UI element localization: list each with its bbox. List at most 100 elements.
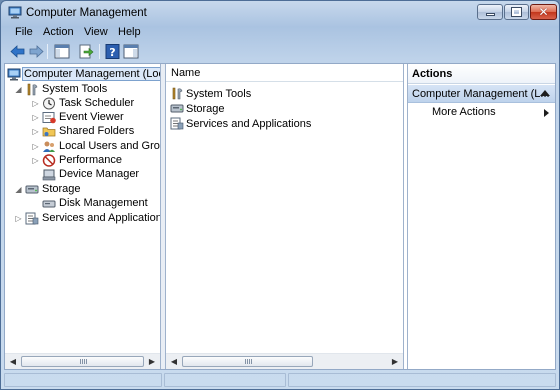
back-button[interactable] [9,43,27,60]
window: Computer Management ✕ File Action View H… [0,0,560,390]
collapsed-icon[interactable]: ▷ [31,142,40,151]
column-header-label: Name [171,67,201,79]
actions-header: Actions [408,64,555,84]
tree-horizontal-scrollbar[interactable]: ◀ ▶ [5,353,160,369]
collapsed-icon[interactable]: ▷ [31,113,40,122]
tree-item-task-scheduler[interactable]: ▷ Task Scheduler [31,96,134,110]
toolbar: ? [3,42,557,62]
collapsed-icon[interactable]: ▷ [31,127,40,136]
menu-view[interactable]: View [81,26,111,38]
actions-pane: Actions Computer Management (L... More A… [407,64,555,369]
content-area: Computer Management (Local ◢ System Tool… [4,63,556,370]
collapsed-icon[interactable]: ▷ [31,99,40,108]
tree-item-system-tools[interactable]: ◢ System Tools [14,82,107,96]
tree-item-performance[interactable]: ▷ Performance [31,153,122,167]
disk-management-icon [42,197,56,210]
no-expander [31,199,40,208]
show-hide-console-tree-icon [54,44,70,59]
tree-item-storage[interactable]: ◢ Storage [14,182,81,196]
minimize-icon [485,13,495,16]
forward-button[interactable] [27,43,45,60]
tree-item-label: Event Viewer [59,111,124,123]
services-icon [170,117,184,130]
shared-folders-icon [42,125,56,138]
maximize-icon [511,7,522,17]
name-column-header[interactable]: Name [166,64,403,82]
submenu-arrow-icon[interactable] [544,109,549,117]
menu-help[interactable]: Help [115,26,144,38]
results-pane[interactable]: Name System Tools Storage Services and A… [165,64,404,369]
list-horizontal-scrollbar[interactable]: ◀ ▶ [166,353,403,369]
export-list-button[interactable] [77,43,95,60]
tree-root-computer-management[interactable]: Computer Management (Local [7,67,160,81]
event-viewer-icon [42,111,56,124]
list-item-label: System Tools [186,87,252,100]
tree-item-label: Shared Folders [59,125,135,137]
tree-item-label: Storage [42,183,81,195]
scrollbar-thumb[interactable] [21,356,144,367]
help-button[interactable]: ? [104,43,122,60]
list-item-system-tools[interactable]: System Tools [170,86,251,101]
console-tree[interactable]: Computer Management (Local ◢ System Tool… [5,64,161,369]
collapsed-icon[interactable]: ▷ [31,156,40,165]
menu-action[interactable]: Action [40,26,77,38]
show-hide-console-tree-button[interactable] [53,43,71,60]
list-item-label: Services and Applications [186,117,312,130]
scroll-right-icon[interactable]: ▶ [389,356,401,368]
status-bar [4,372,556,388]
tree-item-event-viewer[interactable]: ▷ Event Viewer [31,110,124,124]
status-cell [4,373,162,387]
back-icon [10,45,25,58]
show-hide-action-pane-icon [123,44,139,59]
title-bar[interactable]: Computer Management ✕ [1,1,559,25]
tree-item-label: Local Users and Groups [59,140,160,152]
system-tools-icon [170,87,184,100]
collapsed-icon[interactable]: ▷ [14,214,23,223]
tree-item-local-users-and-groups[interactable]: ▷ Local Users and Groups [31,139,160,153]
more-actions-item[interactable]: More Actions [432,106,496,118]
expanded-icon[interactable]: ◢ [14,85,23,94]
svg-text:?: ? [109,46,115,59]
actions-group-computer-management[interactable]: Computer Management (L... [408,85,555,103]
no-expander [31,170,40,179]
scroll-left-icon[interactable]: ◀ [168,356,180,368]
device-manager-icon [42,168,56,181]
maximize-button[interactable] [504,4,529,20]
expanded-icon[interactable]: ◢ [14,185,23,194]
storage-icon [170,102,184,115]
close-button[interactable]: ✕ [530,4,557,20]
tree-root-label: Computer Management (Local [22,67,160,81]
tree-item-label: System Tools [42,83,108,95]
system-tools-icon [25,83,39,96]
tree-item-device-manager[interactable]: Device Manager [31,167,139,181]
storage-icon [25,183,39,196]
export-list-icon [79,44,94,59]
list-item-storage[interactable]: Storage [170,101,225,116]
actions-group-label: Computer Management (L... [412,88,550,100]
computer-management-icon [8,6,22,19]
tree-item-label: Device Manager [59,168,140,180]
local-users-icon [42,140,56,153]
tree-item-services-and-applications[interactable]: ▷ Services and Applications [14,211,161,225]
close-icon: ✕ [538,5,549,19]
menu-bar: File Action View Help [3,25,557,41]
tree-item-shared-folders[interactable]: ▷ Shared Folders [31,124,134,138]
tree-item-label: Disk Management [59,197,148,209]
status-cell [164,373,286,387]
forward-icon [29,45,44,58]
status-cell [288,373,556,387]
tree-item-label: Services and Applications [42,212,161,224]
window-title: Computer Management [26,7,147,19]
tree-item-disk-management[interactable]: Disk Management [31,196,148,210]
scroll-right-icon[interactable]: ▶ [146,356,158,368]
list-item-label: Storage [186,102,225,115]
show-hide-action-pane-button[interactable] [122,43,140,60]
list-item-services-and-applications[interactable]: Services and Applications [170,116,311,131]
computer-management-icon [7,68,21,81]
scrollbar-thumb[interactable] [182,356,313,367]
actions-title: Actions [412,68,453,80]
scroll-left-icon[interactable]: ◀ [7,356,19,368]
minimize-button[interactable] [477,4,503,20]
menu-file[interactable]: File [12,26,36,38]
collapse-up-icon[interactable] [540,90,550,96]
